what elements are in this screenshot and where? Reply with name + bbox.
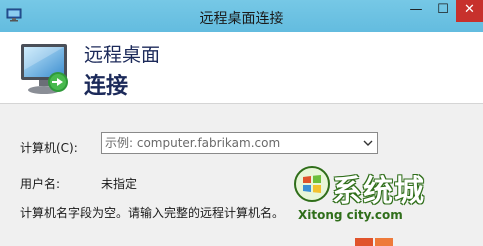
computer-label: 计算机(C): — [20, 141, 78, 155]
help-button-partial[interactable] — [375, 238, 393, 246]
validation-message: 计算机名字段为空。请输入完整的远程计算机名。 — [20, 206, 285, 220]
header-title-line1: 远程桌面 — [84, 44, 161, 66]
close-button[interactable]: ✕ — [456, 0, 483, 22]
dialog-buttons-partial — [355, 238, 395, 246]
dialog-body: 计算机(C): 用户名: 未指定 计算机名字段为空。请输入完整的远程计算机名。 … — [0, 104, 483, 246]
dialog-header: 远程桌面 连接 — [0, 32, 483, 104]
chevron-down-icon[interactable] — [362, 137, 374, 149]
header-title-line2: 连接 — [84, 74, 129, 99]
computer-input[interactable] — [105, 135, 355, 151]
minimize-button[interactable]: — — [402, 0, 430, 22]
remote-desktop-window: 远程桌面连接 — ☐ ✕ 远程桌面 连接 计算机(C): 示例: compute… — [0, 0, 483, 246]
monitor-icon — [21, 44, 68, 94]
maximize-button[interactable]: ☐ — [430, 0, 456, 22]
windows-logo-icon — [294, 166, 330, 202]
username-label: 用户名: — [20, 177, 61, 191]
connect-button-partial[interactable] — [355, 238, 373, 246]
username-value: 未指定 — [101, 177, 138, 191]
watermark-url: Xitong city.com — [298, 208, 403, 222]
computer-combobox[interactable] — [101, 132, 378, 154]
watermark: 系统城 Xitong city.com — [290, 164, 440, 224]
title-bar[interactable]: 远程桌面连接 — ☐ ✕ — [0, 0, 483, 32]
watermark-text: 系统城 — [332, 174, 425, 209]
